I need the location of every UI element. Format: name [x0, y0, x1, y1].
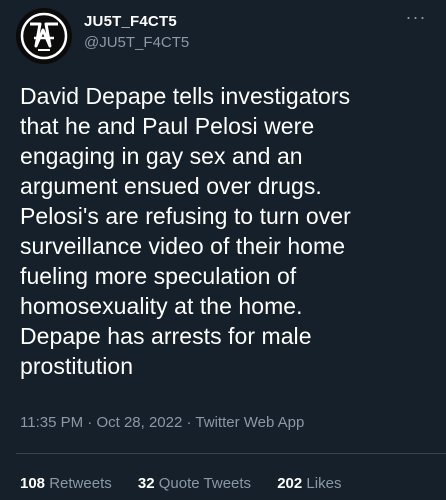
meta-separator: · — [87, 414, 93, 431]
quotes-count: 32 — [137, 475, 155, 492]
tweet-text: David Depape tells investigators that he… — [20, 83, 351, 379]
divider — [16, 453, 446, 454]
retweets-label: Retweets — [49, 475, 112, 492]
author-names: JU5T_F4CT5 @JU5T_F4CT5 — [84, 12, 189, 53]
tweet-stats: 108 Retweets 32 Quote Tweets 202 Likes — [20, 474, 363, 494]
quotes-label: Quote Tweets — [158, 475, 252, 492]
tweet-header: JU5T_F4CT5 @JU5T_F4CT5 ··· — [16, 8, 430, 64]
quotes-stat[interactable]: 32 Quote Tweets — [138, 474, 251, 494]
meta-separator: · — [186, 414, 192, 431]
more-options-icon[interactable]: ··· — [402, 8, 430, 30]
retweets-count: 108 — [20, 475, 46, 492]
tweet-time[interactable]: 11:35 PM — [20, 414, 83, 431]
likes-count: 202 — [277, 475, 303, 492]
likes-stat[interactable]: 202 Likes — [277, 474, 341, 494]
display-name[interactable]: JU5T_F4CT5 — [84, 12, 189, 32]
logo-icon — [16, 8, 72, 64]
tweet-card: JU5T_F4CT5 @JU5T_F4CT5 ··· David Depape … — [0, 0, 446, 500]
tweet-date[interactable]: Oct 28, 2022 — [96, 414, 182, 431]
tweet-app[interactable]: Twitter Web App — [195, 414, 304, 431]
likes-label: Likes — [306, 475, 342, 492]
retweets-stat[interactable]: 108 Retweets — [20, 474, 112, 494]
avatar[interactable] — [16, 8, 72, 64]
tweet-meta: 11:35 PM · Oct 28, 2022 · Twitter Web Ap… — [20, 413, 304, 433]
handle[interactable]: @JU5T_F4CT5 — [84, 33, 189, 53]
